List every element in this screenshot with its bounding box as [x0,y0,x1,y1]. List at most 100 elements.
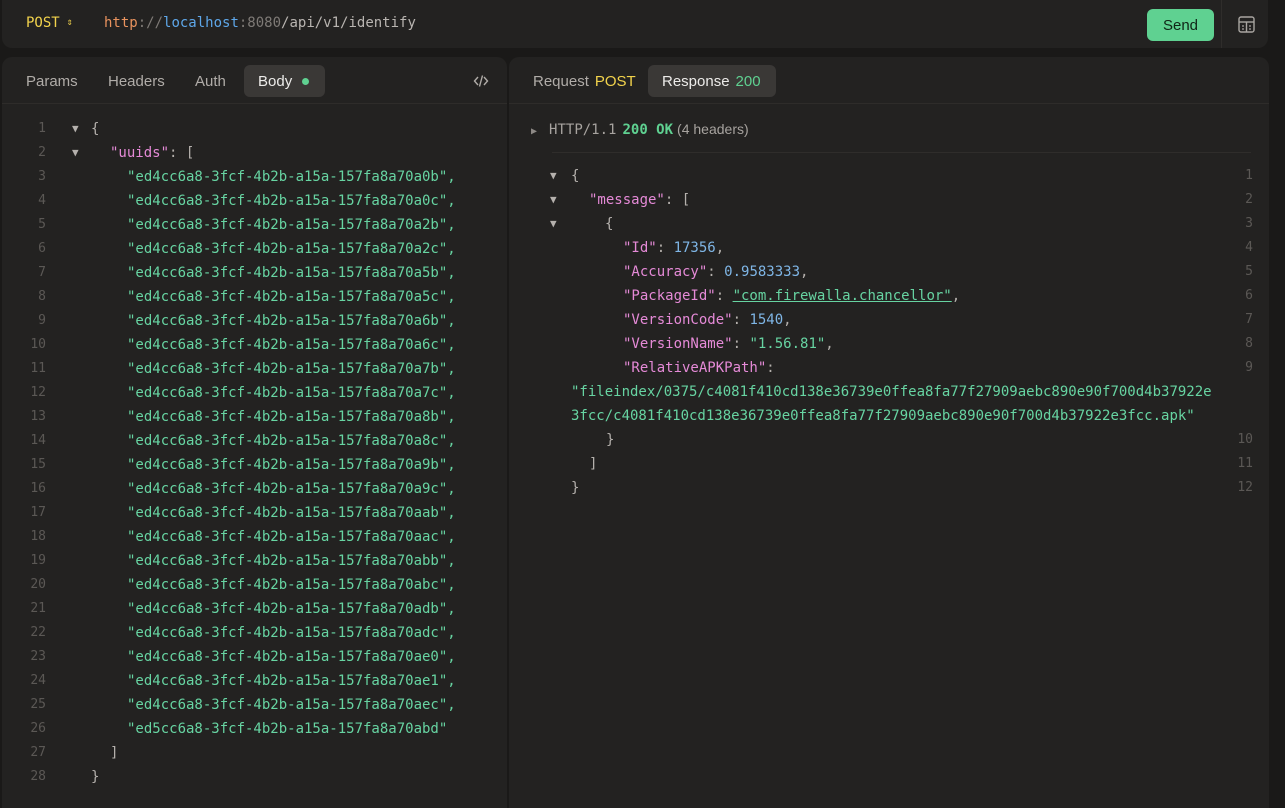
code-token: : [732,336,750,352]
line-number: 24 [30,673,46,688]
send-button[interactable]: Send [1147,9,1214,41]
line-number: 3 [1245,216,1253,231]
code-token: , [825,336,834,352]
fold-triangle-icon: ▼ [550,193,557,206]
line-number: 26 [30,721,46,736]
line-number: 6 [1245,288,1253,303]
line-number: 28 [30,769,46,784]
json-string: "ed4cc6a8-3fcf-4b2b-a15a-157fa8a70a2c", [127,241,456,257]
line-number: 9 [38,313,46,328]
code-token: : [732,312,750,328]
line-number: 2 [1245,192,1253,207]
json-string: "ed4cc6a8-3fcf-4b2b-a15a-157fa8a70a8b", [127,409,456,425]
tab-params[interactable]: Params [12,65,92,97]
json-string: "ed4cc6a8-3fcf-4b2b-a15a-157fa8a70a2b", [127,217,456,233]
code-line: "Accuracy": 0.9583333, [623,260,808,284]
code-icon[interactable] [473,73,489,89]
json-string: "ed4cc6a8-3fcf-4b2b-a15a-157fa8a70ae0", [127,649,456,665]
line-number: 1 [38,121,46,136]
line-number: 20 [30,577,46,592]
url-bar: POST ⇕ http://localhost:8080/api/v1/iden… [2,0,1268,48]
tab-label: Body [258,72,293,90]
code-token: : [ [664,192,691,208]
json-string: "ed4cc6a8-3fcf-4b2b-a15a-157fa8a70aab", [127,505,456,521]
json-key: "Accuracy" [623,264,708,280]
code-line: "uuids": [ [110,141,194,165]
code-token: : [766,360,775,376]
line-number: 10 [1237,432,1253,447]
json-string: "ed4cc6a8-3fcf-4b2b-a15a-157fa8a70a0b", [127,169,456,185]
line-number: 22 [30,625,46,640]
code-token: } [91,769,100,785]
line-number: 11 [30,361,46,376]
code-token: : [ [169,145,195,161]
line-number: 15 [30,457,46,472]
line-number: 17 [30,505,46,520]
code-token: ] [589,456,598,472]
json-string: "fileindex/0375/c4081f410cd138e36739e0ff… [571,384,1212,400]
line-number: 2 [38,145,46,160]
json-value: 17356 [673,240,716,256]
json-string: "ed4cc6a8-3fcf-4b2b-a15a-157fa8a70a6c", [127,337,456,353]
line-number: 6 [38,241,46,256]
url-path: /api/v1/identify [281,15,416,31]
tab-body[interactable]: Body [244,65,325,97]
url-scheme: http [104,15,138,31]
code-token: { [571,168,580,184]
line-number: 4 [38,193,46,208]
fold-triangle-icon: ▼ [72,146,79,159]
line-number: 12 [30,385,46,400]
line-number: 27 [30,745,46,760]
json-value: 0.9583333 [724,264,801,280]
url-input[interactable]: http://localhost:8080/api/v1/identify [104,15,416,31]
fold-triangle-icon: ▼ [550,169,557,182]
code-line: "message": [ [589,188,690,212]
json-link[interactable]: "com.firewalla.chancellor" [733,288,952,304]
line-number: 9 [1245,360,1253,375]
json-string: "ed4cc6a8-3fcf-4b2b-a15a-157fa8a70a8c", [127,433,456,449]
code-line: "Id": 17356, [623,236,724,260]
line-number: 12 [1237,480,1253,495]
line-number: 11 [1237,456,1253,471]
json-string: "ed4cc6a8-3fcf-4b2b-a15a-157fa8a70ae1", [127,673,456,689]
sort-arrows-icon: ⇕ [66,17,73,28]
json-key: "uuids" [110,145,170,161]
json-string: "ed4cc6a8-3fcf-4b2b-a15a-157fa8a70a7b", [127,361,456,377]
line-number: 5 [1245,264,1253,279]
tab-headers[interactable]: Headers [94,65,179,97]
json-string: "ed4cc6a8-3fcf-4b2b-a15a-157fa8a70aac", [127,529,456,545]
json-string: "ed4cc6a8-3fcf-4b2b-a15a-157fa8a70adc", [127,625,456,641]
code-token: , [715,240,725,256]
url-host: localhost [163,15,239,31]
url-port: :8080 [238,15,282,31]
line-number: 14 [30,433,46,448]
line-number: 18 [30,529,46,544]
json-string: "ed4cc6a8-3fcf-4b2b-a15a-157fa8a70abc", [127,577,456,593]
line-number: 23 [30,649,46,664]
tab-auth[interactable]: Auth [181,65,240,97]
line-number: 10 [30,337,46,352]
url-separator: :// [137,15,164,31]
line-number: 3 [38,169,46,184]
json-string: "ed5cc6a8-3fcf-4b2b-a15a-157fa8a70abd" [127,721,448,737]
code-token: { [91,121,100,137]
line-number: 19 [30,553,46,568]
json-key: "Id" [623,240,657,256]
code-token: } [571,480,580,496]
request-panel: Params Headers Auth Body 1 2 3 4 5 6 7 8 9 10 11 12… [2,57,507,808]
json-value: 1540 [749,312,784,328]
line-number: 21 [30,601,46,616]
json-string: "ed4cc6a8-3fcf-4b2b-a15a-157fa8a70a9b", [127,457,456,473]
method-label: POST [26,15,60,31]
modified-dot-icon [302,77,310,85]
code-line: "VersionCode": 1540, [623,308,792,332]
line-number: 7 [1245,312,1253,327]
json-key: "PackageId" [623,288,716,304]
json-key: "VersionCode" [623,312,733,328]
json-string: "ed4cc6a8-3fcf-4b2b-a15a-157fa8a70adb", [127,601,456,617]
layout-toggle-icon[interactable] [1238,16,1255,33]
response-viewer: 1 2 3 4 5 6 7 8 9 10 11 12 ▼ ▼ ▼{"message": [{"Id": 17… [509,57,1269,808]
json-string: "ed4cc6a8-3fcf-4b2b-a15a-157fa8a70aec", [127,697,456,713]
method-select[interactable]: POST ⇕ [26,15,73,31]
line-number: 5 [38,217,46,232]
